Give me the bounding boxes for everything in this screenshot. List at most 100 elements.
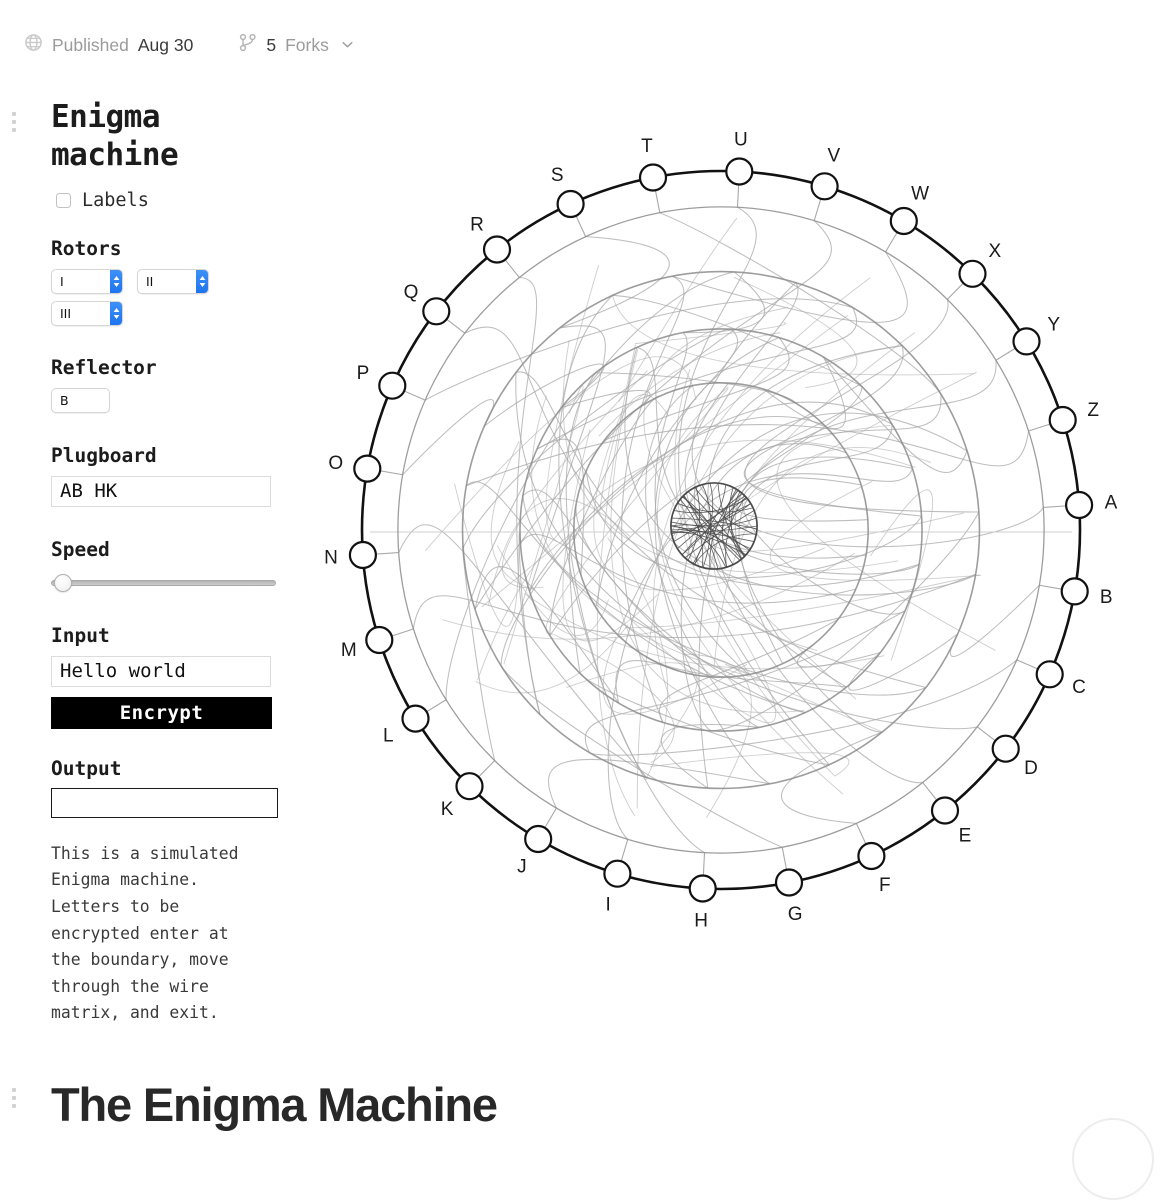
letter-label-W: W — [911, 184, 929, 205]
letter-label-O: O — [328, 453, 343, 474]
page-title: Enigma machine — [51, 99, 179, 174]
letter-label-C: C — [1072, 677, 1086, 698]
reflector-select[interactable]: B — [51, 387, 110, 413]
letter-node-M[interactable] — [365, 625, 394, 655]
reflector-section-title: Reflector — [51, 355, 157, 379]
handle-dot — [12, 128, 16, 132]
message-input-value: Hello world — [60, 660, 186, 683]
letter-node-X[interactable] — [958, 259, 987, 288]
speed-slider-track[interactable] — [51, 579, 276, 586]
letter-node-W[interactable] — [889, 206, 918, 236]
letter-node-C[interactable] — [1035, 660, 1064, 689]
handle-dot — [12, 112, 16, 116]
rotor-1-stepper-icon[interactable] — [110, 269, 122, 293]
forks-label: Forks — [285, 34, 329, 55]
letter-label-I: I — [606, 894, 611, 915]
wire-layer — [370, 184, 1072, 876]
reflector-value: B — [60, 392, 69, 408]
letter-label-K: K — [441, 799, 454, 820]
bottom-heading: The Enigma Machine — [51, 1078, 498, 1131]
letter-node-J[interactable] — [524, 824, 553, 854]
published-date: Aug 30 — [137, 34, 194, 55]
letter-label-E: E — [959, 826, 972, 847]
letter-label-Y: Y — [1047, 315, 1060, 336]
letter-label-L: L — [383, 725, 394, 746]
speed-slider[interactable] — [51, 573, 276, 592]
letter-label-X: X — [989, 241, 1002, 262]
rotor-3-select[interactable]: III — [51, 300, 123, 326]
letter-node-U[interactable] — [725, 157, 754, 186]
letter-label-A: A — [1105, 493, 1118, 514]
plugboard-value: AB HK — [60, 480, 118, 503]
letter-label-V: V — [827, 146, 840, 167]
heading-drag-handle[interactable] — [11, 1088, 17, 1108]
plugboard-input[interactable]: AB HK — [51, 475, 271, 507]
message-input[interactable]: Hello world — [51, 655, 271, 687]
letter-node-G[interactable] — [774, 868, 804, 897]
rotor-2-stepper-icon[interactable] — [196, 269, 208, 293]
letter-label-R: R — [470, 215, 484, 236]
letter-node-S[interactable] — [556, 189, 585, 219]
letter-node-N[interactable] — [348, 540, 378, 570]
letter-label-M: M — [341, 640, 357, 661]
description-text: This is a simulated Enigma machine. Lett… — [51, 843, 249, 1023]
letter-label-T: T — [641, 136, 653, 157]
letter-node-Z[interactable] — [1048, 405, 1077, 435]
rotor-1-select[interactable]: I — [51, 268, 123, 294]
input-section-title: Input — [51, 623, 110, 647]
forks-group[interactable]: 5 Forks — [239, 33, 353, 57]
globe-icon — [24, 33, 43, 57]
encrypt-button[interactable]: Encrypt — [51, 696, 272, 729]
published-label: Published — [52, 34, 129, 55]
chevron-down-icon[interactable] — [341, 35, 354, 56]
letter-node-L[interactable] — [401, 704, 430, 733]
letter-label-H: H — [694, 911, 708, 932]
letter-label-B: B — [1100, 587, 1113, 608]
handle-dot — [12, 1104, 16, 1108]
output-field[interactable] — [51, 787, 278, 818]
rotor-selects-row-2: III — [51, 300, 283, 326]
enigma-svg-canvas: A B C D E F G H I J K L M N O P Q R S T U V W X Y Z — [324, 130, 1118, 932]
rotor-selects-row-1: I II — [51, 268, 283, 294]
letter-node-F[interactable] — [857, 841, 886, 871]
letter-label-U: U — [734, 130, 748, 151]
letter-node-O[interactable] — [353, 454, 382, 483]
letter-label-P: P — [357, 363, 370, 384]
rotor-2-select[interactable]: II — [137, 268, 209, 294]
letter-node-D[interactable] — [991, 734, 1020, 763]
letter-node-T[interactable] — [638, 163, 668, 192]
rotor-3-stepper-icon[interactable] — [110, 301, 122, 325]
published-group: Published Aug 30 — [24, 33, 193, 57]
letter-label-D: D — [1024, 758, 1038, 779]
letter-node-H[interactable] — [688, 874, 717, 903]
letter-label-G: G — [788, 904, 803, 925]
letter-label-N: N — [324, 547, 338, 568]
letter-node-R[interactable] — [482, 235, 512, 264]
speed-section-title: Speed — [51, 537, 110, 561]
handle-dot — [12, 120, 16, 124]
rotor-3-value: III — [60, 305, 72, 321]
letter-node-V[interactable] — [810, 172, 839, 201]
letter-node-E[interactable] — [930, 796, 960, 825]
letter-node-I[interactable] — [603, 859, 632, 888]
speed-slider-thumb[interactable] — [54, 573, 72, 592]
handle-dot — [12, 1096, 16, 1100]
published-meta-bar: Published Aug 30 5 Forks — [24, 30, 354, 60]
letter-label-Z: Z — [1087, 400, 1099, 421]
reflector-select-row: B — [51, 387, 283, 413]
fork-icon — [239, 33, 257, 57]
plugboard-section-title: Plugboard — [51, 443, 157, 467]
cell-drag-handle[interactable] — [11, 112, 17, 132]
letter-node-A[interactable] — [1064, 490, 1094, 520]
letter-node-P[interactable] — [378, 371, 407, 400]
letter-node-Y[interactable] — [1012, 327, 1041, 356]
labels-checkbox[interactable] — [56, 192, 71, 208]
rotor-1-value: I — [60, 273, 64, 289]
letter-node-Q[interactable] — [422, 297, 451, 326]
letter-label-F: F — [879, 875, 891, 896]
labels-toggle-row[interactable]: Labels — [56, 190, 283, 211]
letter-node-K[interactable] — [455, 772, 484, 801]
enigma-wire-matrix-diagram: A B C D E F G H I J K L M N O P Q R S T U V W X Y Z — [300, 105, 1160, 965]
letter-node-B[interactable] — [1060, 577, 1089, 606]
letter-label-J: J — [517, 857, 527, 878]
